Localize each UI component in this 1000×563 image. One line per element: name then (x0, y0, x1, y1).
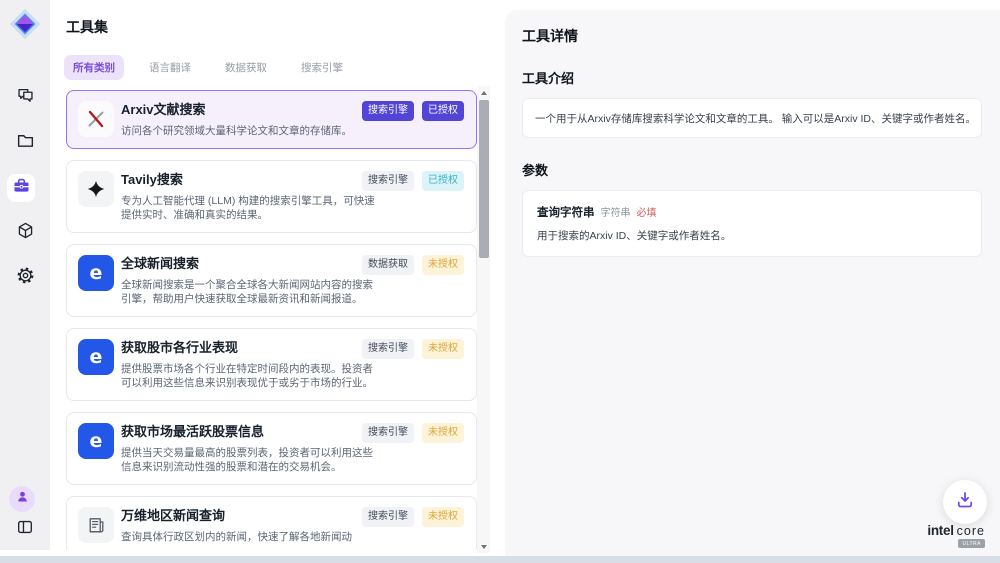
badge-group: 数据获取 未授权 (362, 255, 464, 275)
core-wordmark: core (957, 524, 985, 538)
param-description: 用于搜索的Arxiv ID、关键字或作者姓名。 (537, 228, 967, 243)
intro-heading: 工具介绍 (522, 68, 982, 87)
scroll-down-arrow[interactable] (477, 540, 490, 553)
newspaper-icon (78, 507, 114, 543)
sparkle-icon (78, 171, 114, 207)
scrollbar-thumb[interactable] (479, 100, 489, 258)
tool-description: 提供当天交易量最高的股票列表，投资者可以利用这些信息来识别流动性强的股票和潜在的… (121, 446, 377, 474)
download-icon (955, 490, 975, 515)
tool-title: Arxiv文献搜索 (121, 101, 206, 119)
tool-title: Tavily搜索 (121, 171, 183, 189)
tool-title: 获取股市各行业表现 (121, 339, 238, 357)
tool-description: 全球新闻搜索是一个聚合全球各大新闻网站内容的搜索引擎，帮助用户快速获取全球最新资… (121, 278, 377, 306)
auth-status-badge: 未授权 (422, 339, 464, 359)
category-badge: 搜索引擎 (362, 423, 414, 443)
category-badge: 搜索引擎 (362, 507, 414, 527)
tool-card-list: Arxiv文献搜索 搜索引擎 已授权 访问各个研究领域大量科学论文和文章的存储库… (66, 90, 477, 550)
intro-text: 一个用于从Arxiv存储库搜索科学论文和文章的工具。 输入可以是Arxiv ID… (535, 111, 969, 126)
cube-icon (16, 221, 35, 245)
sidebar-item-files[interactable] (11, 129, 39, 157)
folder-icon (16, 131, 35, 155)
sidebar-item-settings[interactable] (11, 264, 39, 292)
sidebar-item-chat[interactable] (11, 84, 39, 112)
category-badge: 搜索引擎 (362, 101, 414, 121)
settings-icon (16, 266, 35, 290)
tab-language-translation[interactable]: 语言翻译 (140, 55, 200, 80)
tool-card-global-news[interactable]: e 全球新闻搜索 数据获取 未授权 全球新闻搜索是一个聚合全球各大新闻网站内容的… (66, 244, 477, 317)
tool-card-tavily[interactable]: Tavily搜索 搜索引擎 已授权 专为人工智能代理 (LLM) 构建的搜索引擎… (66, 160, 477, 233)
news-e-icon: e (78, 255, 114, 291)
user-avatar-icon (15, 489, 30, 509)
news-e-icon: e (78, 339, 114, 375)
collapse-panel-icon (16, 518, 34, 541)
arxiv-icon (78, 101, 114, 137)
category-tabs: 所有类别 语言翻译 数据获取 搜索引擎 (64, 55, 352, 80)
category-badge: 搜索引擎 (362, 339, 414, 359)
user-avatar[interactable] (9, 486, 35, 512)
tool-card-regional-news[interactable]: 万维地区新闻查询 搜索引擎 未授权 查询具体行政区划内的新闻，快速了解各地新闻动 (66, 496, 477, 550)
badge-group: 搜索引擎 未授权 (362, 423, 464, 443)
tab-search-engine[interactable]: 搜索引擎 (292, 55, 352, 80)
intel-wordmark: intel (927, 523, 953, 538)
page-title: 工具集 (66, 17, 108, 37)
toolbox-icon (12, 176, 31, 200)
category-badge: 搜索引擎 (362, 171, 414, 191)
tab-all-categories[interactable]: 所有类别 (64, 55, 124, 80)
detail-title: 工具详情 (522, 26, 982, 46)
tool-title: 获取市场最活跃股票信息 (121, 423, 264, 441)
tool-description: 专为人工智能代理 (LLM) 构建的搜索引擎工具，可快速提供实时、准确和真实的结… (121, 194, 377, 222)
intro-box: 一个用于从Arxiv存储库搜索科学论文和文章的工具。 输入可以是Arxiv ID… (522, 98, 982, 138)
sidebar-item-tools[interactable] (7, 174, 35, 202)
news-e-icon: e (78, 423, 114, 459)
tab-data-acquisition[interactable]: 数据获取 (216, 55, 276, 80)
tool-detail-panel: 工具详情 工具介绍 一个用于从Arxiv存储库搜索科学论文和文章的工具。 输入可… (505, 10, 1000, 556)
auth-status-badge: 未授权 (422, 255, 464, 275)
tool-card-arxiv[interactable]: Arxiv文献搜索 搜索引擎 已授权 访问各个研究领域大量科学论文和文章的存储库… (66, 90, 477, 149)
auth-status-badge: 已授权 (422, 171, 464, 191)
tool-description: 查询具体行政区划内的新闻，快速了解各地新闻动 (121, 530, 377, 544)
param-required-flag: 必填 (637, 204, 657, 219)
tool-card-sector-performance[interactable]: e 获取股市各行业表现 搜索引擎 未授权 提供股票市场各个行业在特定时间段内的表… (66, 328, 477, 401)
scroll-up-arrow[interactable] (477, 86, 490, 99)
tool-title: 万维地区新闻查询 (121, 507, 225, 525)
intel-core-logo: intel core ULTRA (927, 523, 985, 538)
auth-status-badge: 已授权 (422, 101, 464, 121)
badge-group: 搜索引擎 已授权 (362, 171, 464, 191)
auth-status-badge: 未授权 (422, 423, 464, 443)
tool-card-active-stocks[interactable]: e 获取市场最活跃股票信息 搜索引擎 未授权 提供当天交易量最高的股票列表，投资… (66, 412, 477, 485)
params-heading: 参数 (522, 160, 982, 179)
tool-title: 全球新闻搜索 (121, 255, 199, 273)
app-logo-icon (7, 6, 43, 42)
chat-icon (16, 86, 35, 110)
param-box: 查询字符串 字符串 必填 用于搜索的Arxiv ID、关键字或作者姓名。 (522, 190, 982, 257)
sidebar-item-models[interactable] (11, 219, 39, 247)
ultra-badge: ULTRA (958, 539, 985, 548)
download-button[interactable] (943, 480, 987, 524)
category-badge: 数据获取 (362, 255, 414, 275)
tool-description: 访问各个研究领域大量科学论文和文章的存储库。 (121, 124, 377, 138)
icon-sidebar (0, 0, 50, 550)
badge-group: 搜索引擎 未授权 (362, 507, 464, 527)
badge-group: 搜索引擎 已授权 (362, 101, 464, 121)
sidebar-collapse[interactable] (11, 515, 39, 543)
tool-description: 提供股票市场各个行业在特定时间段内的表现。投资者可以利用这些信息来识别表现优于或… (121, 362, 377, 390)
list-scrollbar[interactable] (477, 86, 490, 553)
param-type: 字符串 (601, 204, 631, 219)
badge-group: 搜索引擎 未授权 (362, 339, 464, 359)
auth-status-badge: 未授权 (422, 507, 464, 527)
param-name: 查询字符串 (537, 204, 595, 220)
window-bottom-edge (0, 556, 1000, 563)
